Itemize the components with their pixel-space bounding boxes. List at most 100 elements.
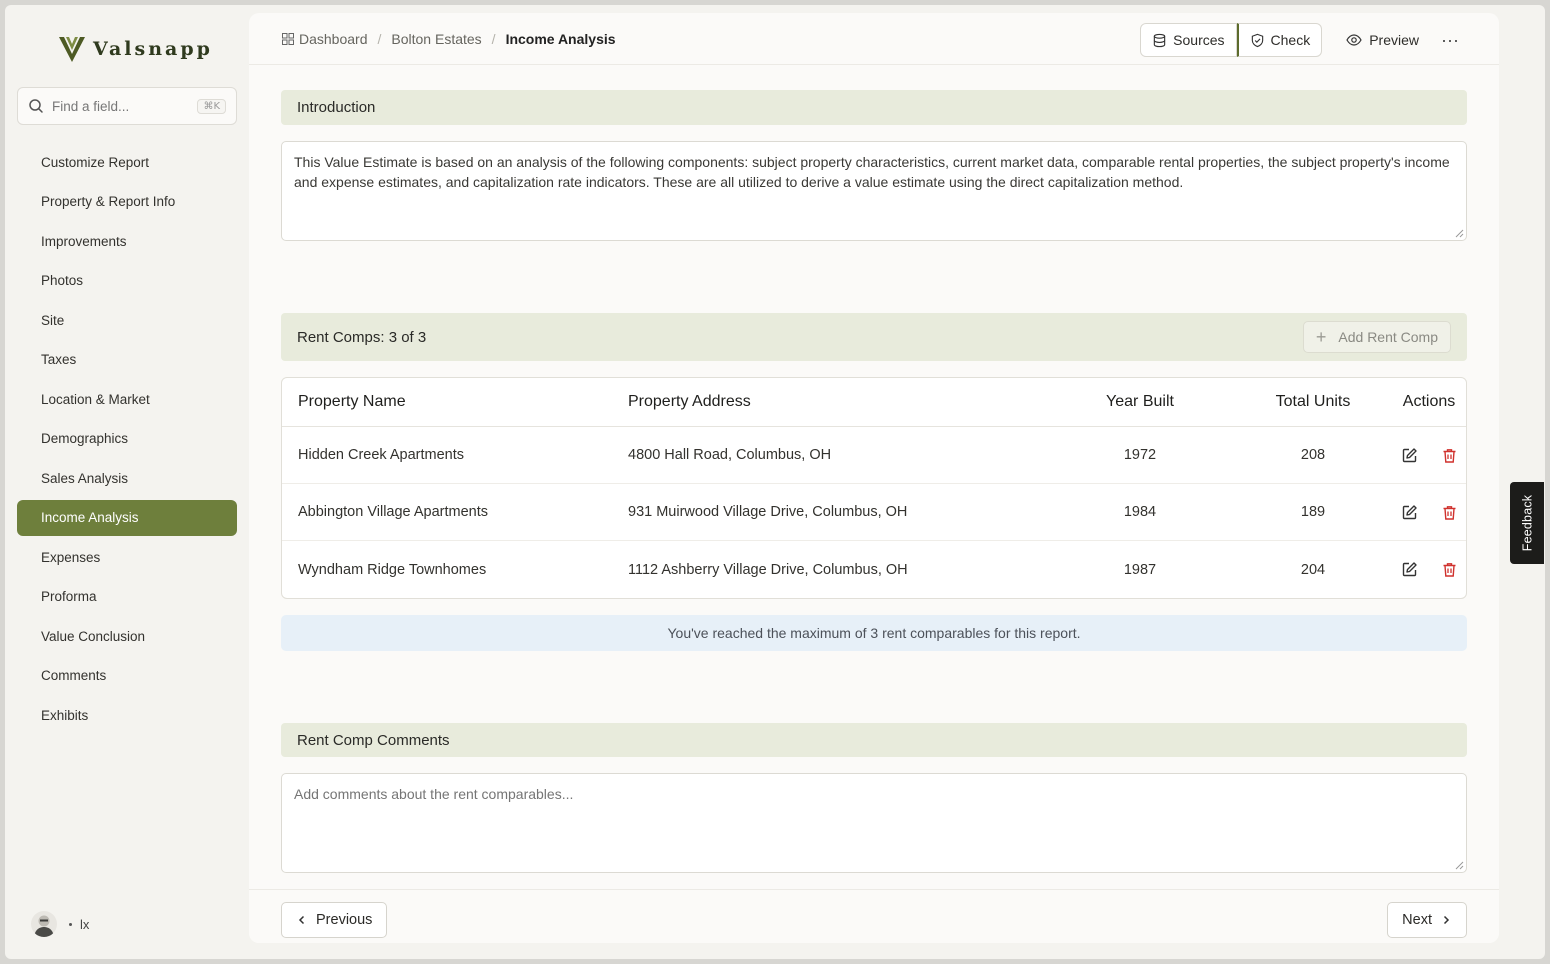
cell-actions — [1368, 446, 1466, 464]
user-name: lx — [80, 916, 90, 932]
main-panel: Dashboard / Bolton Estates / Income Anal… — [249, 13, 1499, 943]
sidebar-item-exhibits[interactable]: Exhibits — [17, 697, 237, 733]
breadcrumb-current: Income Analysis — [505, 31, 616, 47]
edit-icon[interactable] — [1400, 503, 1418, 521]
cell-property-name: Wyndham Ridge Townhomes — [298, 561, 487, 578]
column-header-units[interactable]: Total Units — [1228, 393, 1368, 411]
sidebar-item-improvements[interactable]: Improvements — [17, 223, 237, 259]
sidebar-item-proforma[interactable]: Proforma — [17, 579, 237, 615]
sidebar-item-expenses[interactable]: Expenses — [17, 539, 237, 575]
rent-comp-comments-field[interactable] — [281, 773, 1467, 873]
feedback-tab[interactable]: Feedback — [1510, 482, 1544, 564]
rent-comp-comments-header: Rent Comp Comments — [281, 723, 1467, 757]
chevron-left-icon — [298, 915, 305, 925]
cell-property-address: 4800 Hall Road, Columbus, OH — [628, 447, 832, 463]
breadcrumb-dashboard[interactable]: Dashboard — [282, 31, 368, 47]
eye-icon — [1346, 34, 1362, 46]
check-label: Check — [1270, 32, 1311, 48]
sidebar-item-site[interactable]: Site — [17, 302, 237, 338]
dashboard-icon — [282, 33, 294, 45]
cell-year-built: 1984 — [1123, 504, 1157, 520]
breadcrumb-dashboard-label: Dashboard — [299, 31, 368, 47]
next-label: Next — [1402, 912, 1432, 928]
sidebar: Valsnapp ⌘K Customize Report Property & … — [5, 5, 249, 959]
column-header-actions: Actions — [1402, 393, 1456, 410]
status-dot — [69, 922, 72, 926]
logo-text: Valsnapp — [93, 38, 213, 60]
logo[interactable]: Valsnapp — [57, 33, 213, 65]
sidebar-item-customize-report[interactable]: Customize Report — [17, 144, 237, 180]
shortcut-hint: ⌘K — [197, 98, 226, 114]
avatar — [31, 911, 57, 937]
sidebar-item-income-analysis[interactable]: Income Analysis — [17, 499, 237, 536]
edit-icon[interactable] — [1400, 561, 1418, 579]
top-actions: Sources Check Preview ··· — [1140, 23, 1467, 57]
sidebar-item-location-market[interactable]: Location & Market — [17, 381, 237, 417]
breadcrumb: Dashboard / Bolton Estates / Income Anal… — [282, 13, 616, 65]
cell-property-address: 1112 Ashberry Village Drive, Columbus, O… — [628, 561, 908, 578]
column-header-address[interactable]: Property Address — [612, 393, 1032, 411]
introduction-header: Introduction — [281, 90, 1467, 125]
table-header: Property Name Property Address Year Buil… — [282, 378, 1466, 427]
table-row[interactable]: Hidden Creek Apartments 4800 Hall Road, … — [282, 427, 1466, 484]
trash-icon[interactable] — [1440, 446, 1458, 464]
logo-mark-icon — [59, 37, 85, 62]
plus-icon: + — [1315, 326, 1327, 347]
sidebar-item-photos[interactable]: Photos — [17, 263, 237, 299]
preview-label: Preview — [1369, 32, 1419, 48]
cell-year-built: 1987 — [1123, 561, 1157, 578]
preview-button[interactable]: Preview — [1334, 23, 1431, 57]
notice-text: You've reached the maximum of 3 rent com… — [667, 625, 1081, 641]
cell-total-units: 208 — [1300, 447, 1326, 463]
table-row[interactable]: Abbington Village Apartments 931 Muirwoo… — [282, 484, 1466, 541]
sidebar-item-property-report-info[interactable]: Property & Report Info — [17, 184, 237, 220]
sources-button[interactable]: Sources — [1140, 23, 1237, 57]
sources-check-group: Sources Check — [1140, 23, 1323, 57]
search-icon — [29, 99, 43, 113]
more-options-icon[interactable]: ··· — [1433, 23, 1467, 57]
cell-total-units: 204 — [1300, 561, 1326, 578]
sources-label: Sources — [1173, 32, 1225, 48]
resize-handle-icon[interactable] — [1455, 861, 1464, 870]
previous-button[interactable]: Previous — [281, 902, 388, 938]
add-rent-comp-label: Add Rent Comp — [1338, 329, 1438, 345]
edit-icon[interactable] — [1400, 446, 1418, 464]
rent-comp-comments-title: Rent Comp Comments — [297, 731, 450, 749]
sidebar-item-comments[interactable]: Comments — [17, 658, 237, 694]
max-comps-notice: You've reached the maximum of 3 rent com… — [281, 615, 1467, 651]
resize-handle-icon[interactable] — [1455, 229, 1464, 238]
sidebar-item-demographics[interactable]: Demographics — [17, 421, 237, 457]
search-box[interactable]: ⌘K — [17, 87, 237, 125]
sidebar-item-value-conclusion[interactable]: Value Conclusion — [17, 618, 237, 654]
table-row[interactable]: Wyndham Ridge Townhomes 1112 Ashberry Vi… — [282, 541, 1466, 598]
user-menu[interactable]: lx — [31, 911, 89, 937]
check-button[interactable]: Check — [1236, 23, 1323, 57]
trash-icon[interactable] — [1440, 561, 1458, 579]
app-window: Valsnapp ⌘K Customize Report Property & … — [5, 5, 1545, 959]
cell-actions — [1368, 503, 1466, 521]
comments-textarea[interactable] — [282, 774, 1466, 872]
cell-property-name: Abbington Village Apartments — [298, 504, 488, 520]
breadcrumb-project[interactable]: Bolton Estates — [391, 31, 481, 47]
sidebar-item-sales-analysis[interactable]: Sales Analysis — [17, 460, 237, 496]
rent-comps-table: Property Name Property Address Year Buil… — [281, 377, 1467, 599]
introduction-title: Introduction — [297, 99, 376, 116]
top-bar: Dashboard / Bolton Estates / Income Anal… — [249, 13, 1499, 65]
introduction-textarea[interactable]: This Value Estimate is based on an analy… — [281, 141, 1467, 241]
breadcrumb-separator: / — [377, 31, 382, 47]
chevron-right-icon — [1443, 915, 1450, 925]
trash-icon[interactable] — [1440, 503, 1458, 521]
sidebar-item-taxes[interactable]: Taxes — [17, 342, 237, 378]
introduction-text: This Value Estimate is based on an analy… — [294, 154, 1450, 190]
next-button[interactable]: Next — [1387, 902, 1467, 938]
column-header-year[interactable]: Year Built — [1032, 393, 1228, 411]
cell-property-name: Hidden Creek Apartments — [298, 447, 465, 463]
add-rent-comp-button[interactable]: + Add Rent Comp — [1302, 321, 1451, 353]
shield-check-icon — [1251, 33, 1263, 47]
breadcrumb-separator: / — [491, 31, 496, 47]
rent-comps-header: Rent Comps: 3 of 3 + Add Rent Comp — [281, 313, 1467, 361]
search-input[interactable] — [52, 98, 190, 114]
column-header-name[interactable]: Property Name — [282, 393, 612, 411]
footer-nav: Previous Next — [249, 889, 1499, 943]
previous-label: Previous — [316, 912, 373, 928]
